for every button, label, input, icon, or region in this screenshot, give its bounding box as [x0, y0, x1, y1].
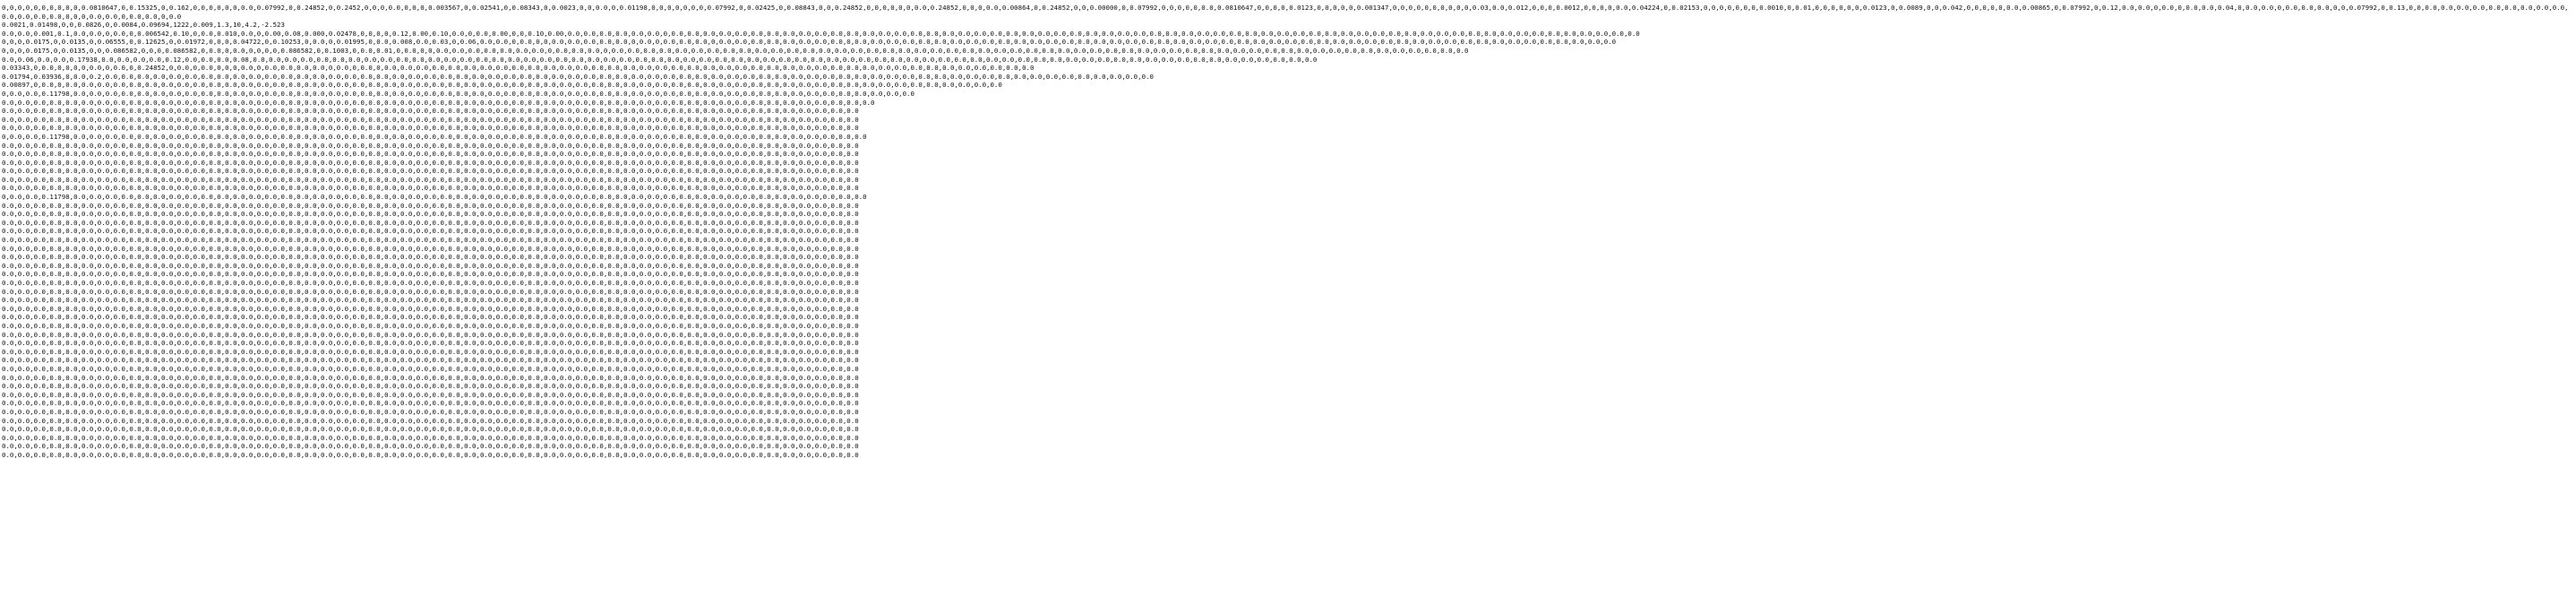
data-dump-page: 0,0,0,0,0,0,0,0,0,0,0.0810647,0,0.15325,… [0, 0, 2576, 597]
comma-separated-values-text: 0,0,0,0,0,0,0,0,0,0,0.0810647,0,0.15325,… [2, 4, 2569, 459]
